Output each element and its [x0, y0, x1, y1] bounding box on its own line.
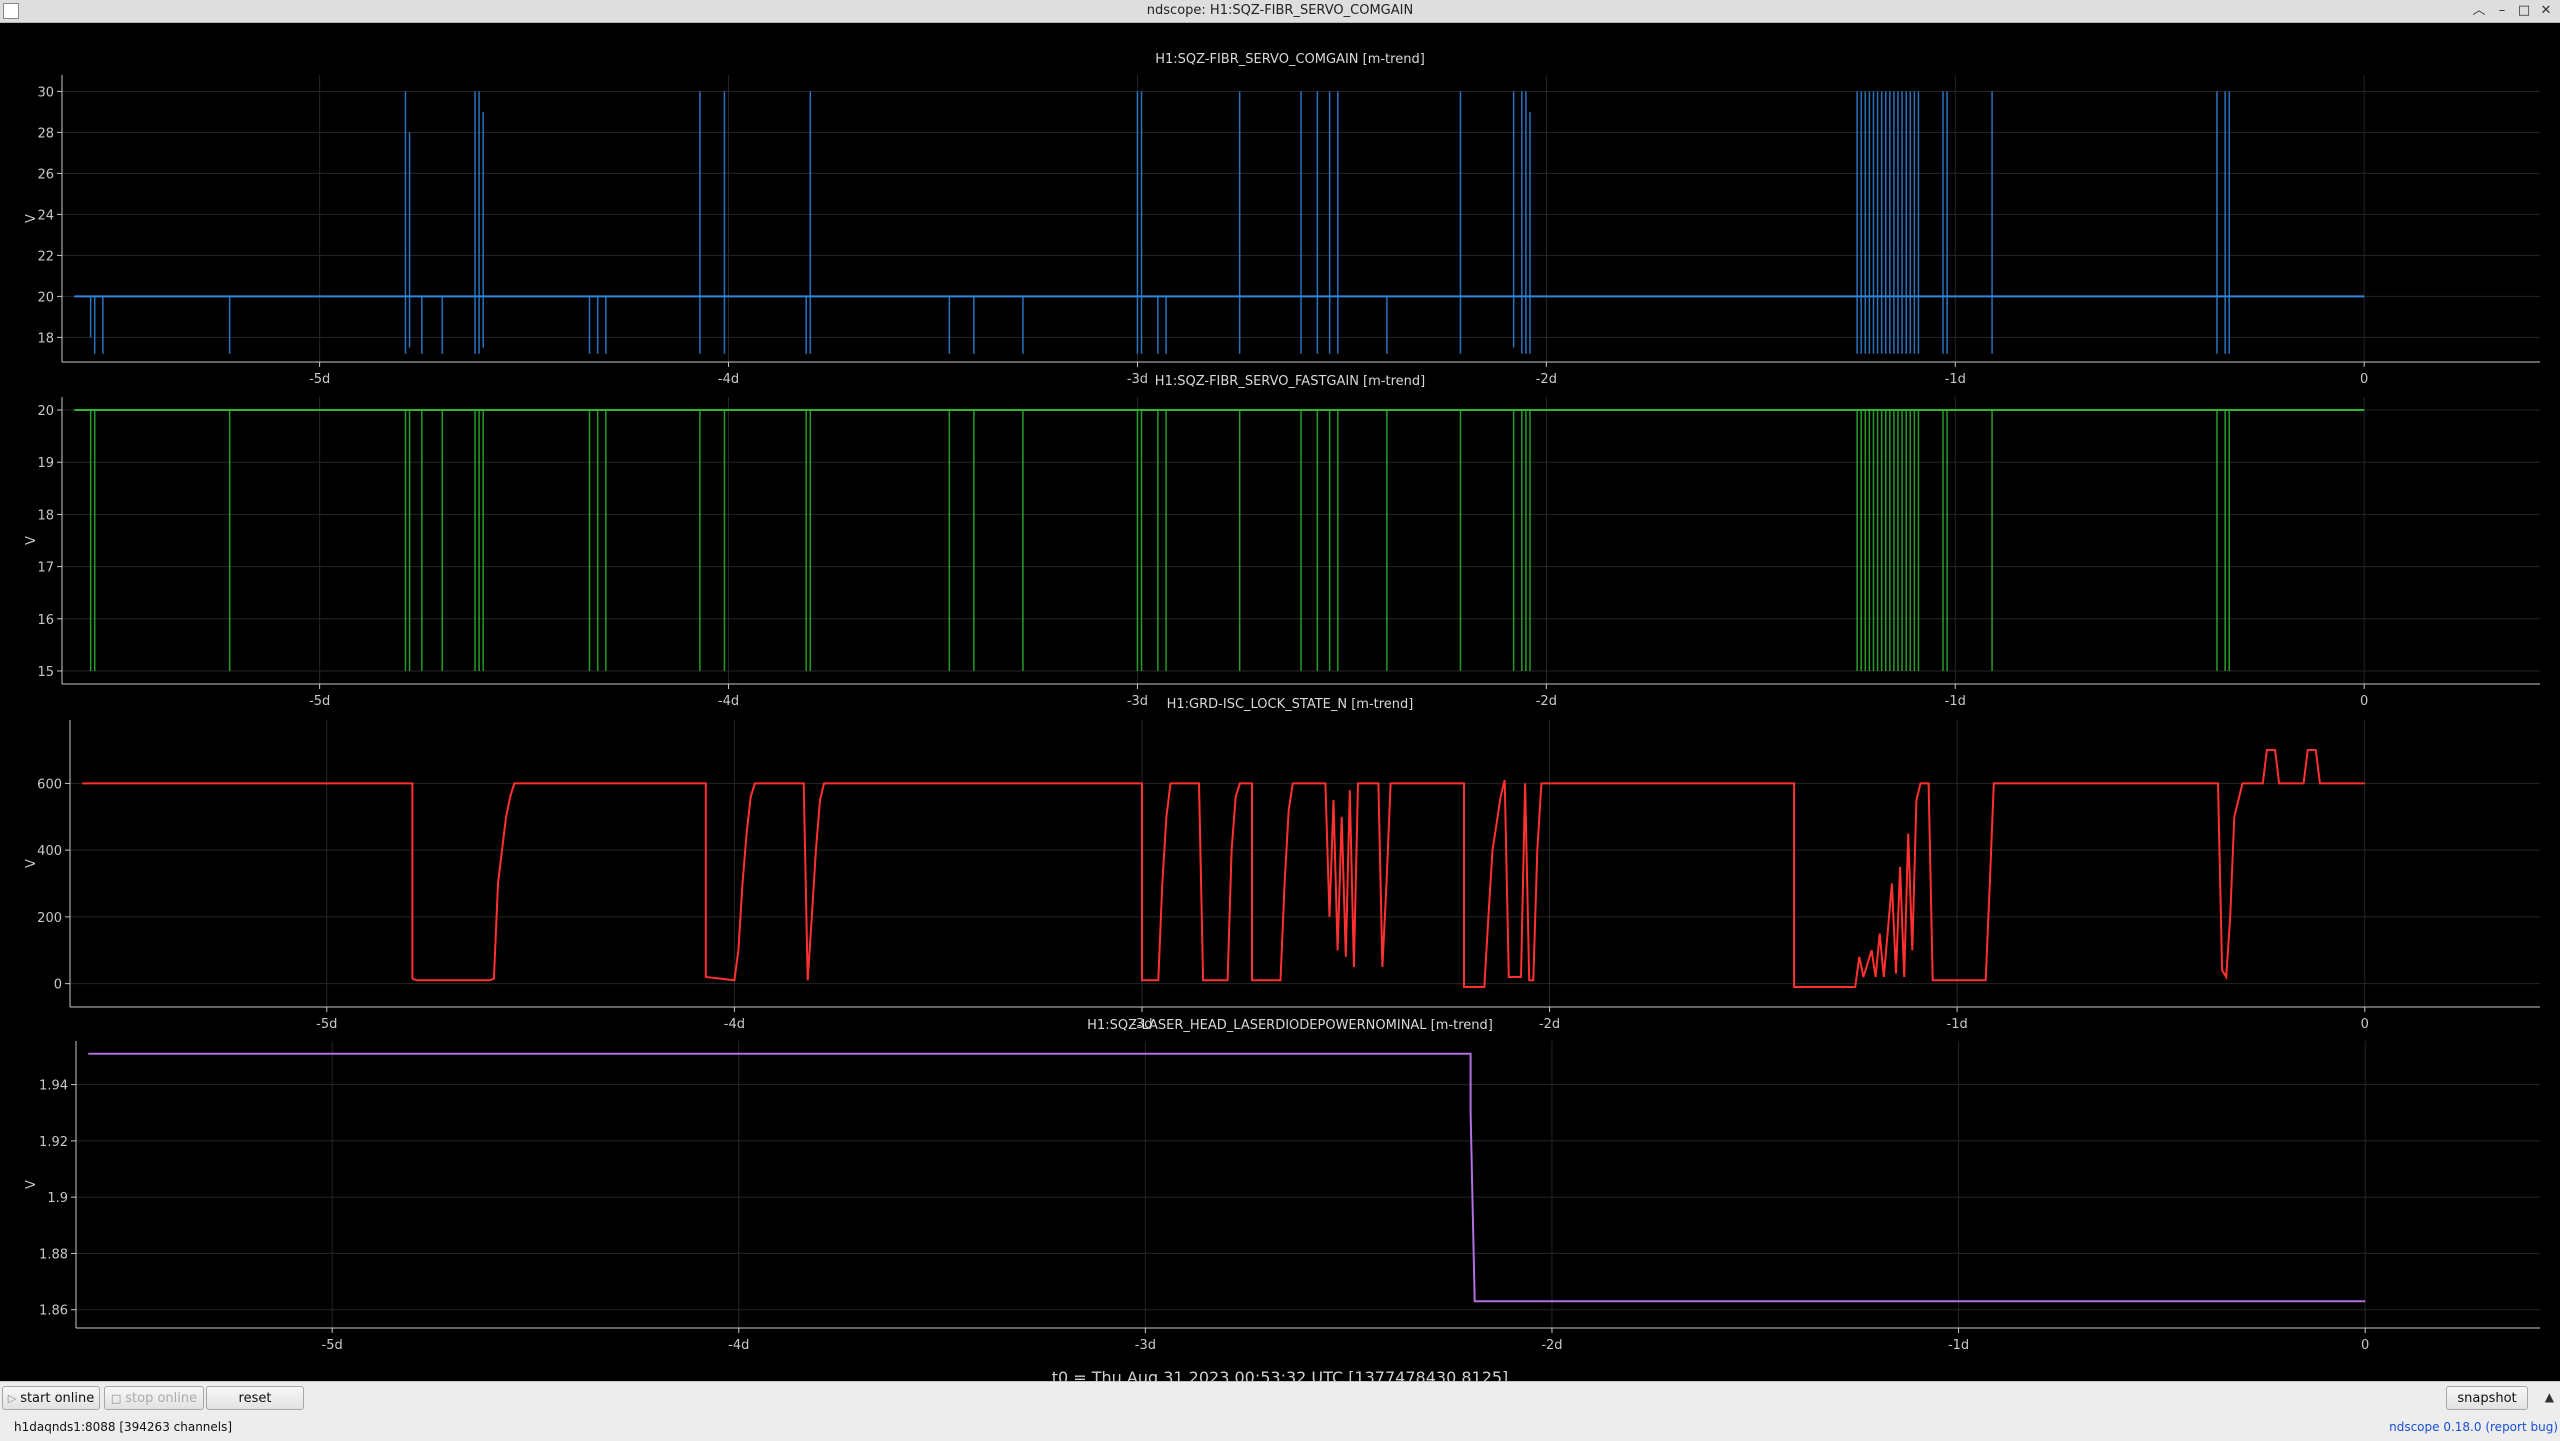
snapshot-label: snapshot	[2457, 1391, 2517, 1406]
stop-icon: □	[110, 1392, 122, 1405]
y-axis-label: V	[24, 859, 39, 868]
x-tick-label: -1d	[1947, 1017, 1968, 1032]
y-tick-label: 200	[37, 911, 62, 926]
x-tick-label: -1d	[1948, 1338, 1969, 1353]
plot-title: H1:SQZ-LASER_HEAD_LASERDIODEPOWERNOMINAL…	[1087, 1018, 1493, 1033]
y-tick-label: 15	[37, 665, 54, 680]
x-tick-label: -3d	[1127, 372, 1148, 387]
x-tick-label: -4d	[728, 1338, 749, 1353]
plot-2[interactable]: H1:SQZ-FIBR_SERVO_FASTGAIN [m-trend] 15 16…	[24, 374, 2540, 709]
server-status: h1daqnds1:8088 [394263 channels]	[14, 1420, 233, 1434]
version-info: ndscope 0.18.0 (report bug)	[2389, 1420, 2558, 1434]
plot-area: H1:SQZ-FIBR_SERVO_COMGAIN [m-trend] 18 20 2…	[0, 23, 2560, 1387]
stop-online-button: □ stop online	[104, 1386, 204, 1410]
y-tick-label: 1.9	[47, 1191, 68, 1206]
plot-1[interactable]: H1:SQZ-FIBR_SERVO_COMGAIN [m-trend] 18 20 2…	[24, 52, 2540, 387]
close-icon[interactable]: ✕	[2537, 2, 2555, 20]
maximize-icon[interactable]: □	[2515, 2, 2533, 20]
x-tick-label: -3d	[1127, 694, 1148, 709]
y-tick-label: 18	[37, 508, 54, 523]
x-tick-label: 0	[2361, 1017, 2369, 1032]
series-line	[82, 749, 2365, 988]
x-tick-label: -1d	[1945, 372, 1966, 387]
x-tick-label: -1d	[1945, 694, 1966, 709]
y-axis-label: V	[24, 536, 39, 545]
y-tick-label: 1.88	[39, 1247, 68, 1262]
y-tick-label: 16	[37, 613, 54, 628]
x-tick-label: 0	[2361, 1338, 2369, 1353]
plot-title: H1:SQZ-FIBR_SERVO_FASTGAIN [m-trend]	[1155, 374, 1425, 389]
y-tick-label: 17	[37, 561, 54, 576]
plots-canvas[interactable]: H1:SQZ-FIBR_SERVO_COMGAIN [m-trend] 18 20 2…	[0, 23, 2560, 1363]
minimize-icon[interactable]: –	[2493, 2, 2511, 20]
series-line	[88, 1052, 2366, 1303]
x-tick-label: -4d	[718, 372, 739, 387]
plot-title: H1:SQZ-FIBR_SERVO_COMGAIN [m-trend]	[1155, 52, 1425, 67]
window-title: ndscope: H1:SQZ-FIBR_SERVO_COMGAIN	[1146, 3, 1414, 18]
plot-4[interactable]: H1:SQZ-LASER_HEAD_LASERDIODEPOWERNOMINAL…	[24, 1018, 2540, 1353]
expand-up-icon[interactable]: ▲	[2545, 1390, 2554, 1404]
y-tick-label: 400	[37, 844, 62, 859]
x-tick-label: -5d	[309, 694, 330, 709]
x-tick-label: -5d	[322, 1338, 343, 1353]
x-tick-label: -2d	[1539, 1017, 1560, 1032]
bottom-toolbar: ▷ start online □ stop online reset snapsho…	[0, 1381, 2560, 1441]
reset-button[interactable]: reset	[206, 1386, 304, 1410]
y-tick-label: 20	[37, 404, 54, 419]
version-link[interactable]: ndscope 0.18.0	[2389, 1420, 2481, 1434]
y-tick-label: 1.94	[39, 1079, 68, 1094]
title-bar: ndscope: H1:SQZ-FIBR_SERVO_COMGAIN ︿ – □…	[0, 0, 2560, 23]
y-tick-label: 30	[37, 85, 54, 100]
reset-label: reset	[238, 1391, 272, 1406]
x-tick-label: -5d	[316, 1017, 337, 1032]
x-tick-label: 0	[2360, 372, 2368, 387]
y-tick-label: 20	[37, 290, 54, 305]
x-tick-label: -2d	[1541, 1338, 1562, 1353]
plot-title: H1:GRD-ISC_LOCK_STATE_N [m-trend]	[1167, 697, 1414, 712]
plot-3[interactable]: H1:GRD-ISC_LOCK_STATE_N [m-trend] 0 200 400…	[24, 697, 2540, 1032]
y-tick-label: 19	[37, 456, 54, 471]
start-online-label: start online	[20, 1391, 95, 1406]
x-tick-label: -2d	[1536, 372, 1557, 387]
y-tick-label: 1.86	[39, 1304, 68, 1319]
stop-online-label: stop online	[125, 1391, 198, 1406]
y-tick-label: 26	[37, 167, 54, 182]
y-tick-label: 28	[37, 126, 54, 141]
x-tick-label: -2d	[1536, 694, 1557, 709]
y-tick-label: 22	[37, 249, 54, 264]
y-tick-label: 18	[37, 331, 54, 346]
play-icon: ▷	[7, 1392, 17, 1405]
y-axis-label: V	[24, 1180, 39, 1189]
x-tick-label: -5d	[309, 372, 330, 387]
x-tick-label: -4d	[718, 694, 739, 709]
x-tick-label: -4d	[724, 1017, 745, 1032]
y-tick-label: 1.92	[39, 1135, 68, 1150]
keep-above-icon[interactable]: ︿	[2470, 2, 2488, 20]
y-tick-label: 24	[37, 208, 54, 223]
y-axis-label: V	[24, 214, 39, 223]
y-tick-label: 0	[54, 978, 62, 993]
snapshot-button[interactable]: snapshot	[2446, 1386, 2528, 1410]
x-tick-label: 0	[2360, 694, 2368, 709]
y-tick-label: 600	[37, 777, 62, 792]
x-tick-label: -3d	[1135, 1338, 1156, 1353]
report-bug-link[interactable]: (report bug)	[2485, 1420, 2558, 1434]
start-online-button[interactable]: ▷ start online	[2, 1386, 100, 1410]
